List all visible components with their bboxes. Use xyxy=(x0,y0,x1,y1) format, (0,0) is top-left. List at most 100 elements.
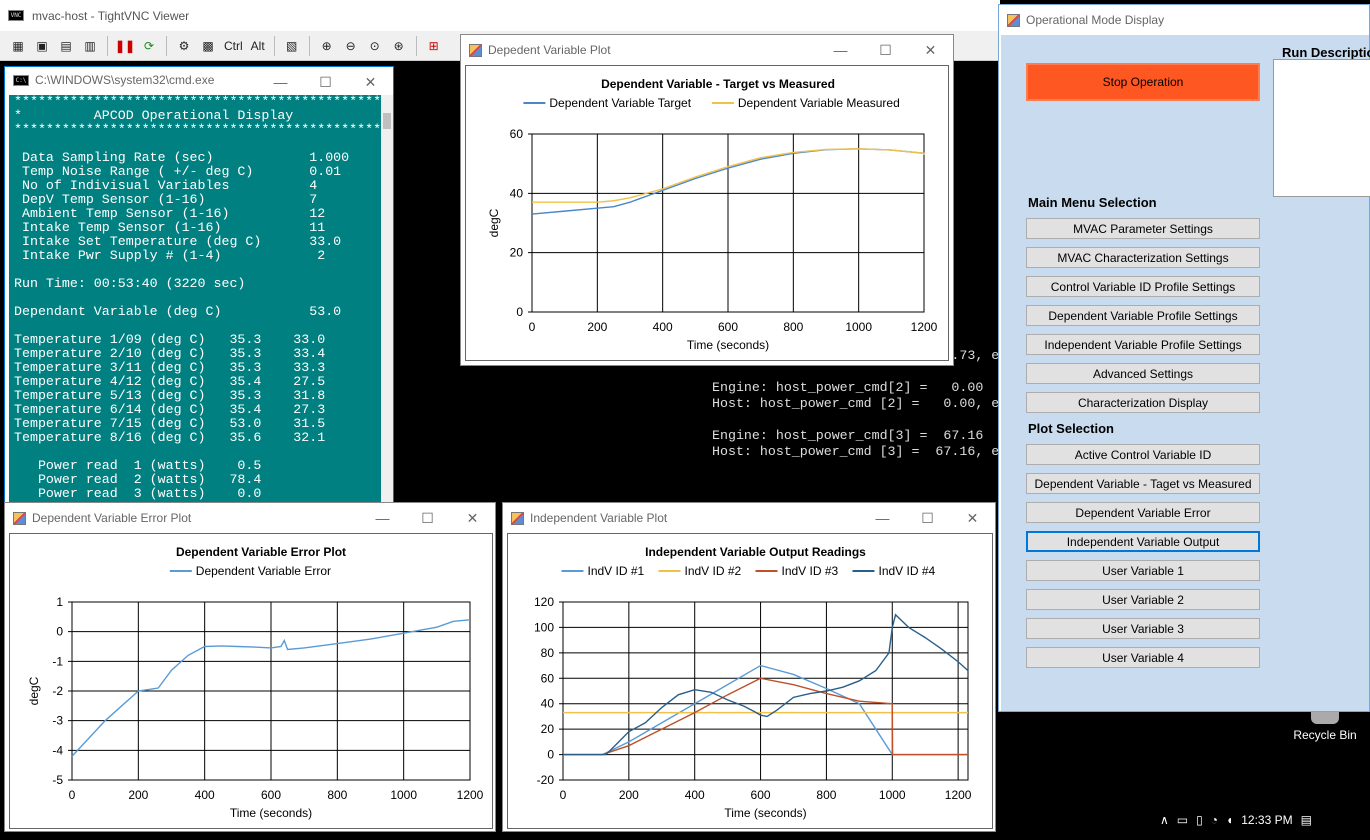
save-icon[interactable]: ▣ xyxy=(32,36,52,56)
app-icon xyxy=(1007,13,1020,27)
plot-area: Dependent Variable Error Plot Dependent V… xyxy=(9,533,493,829)
close-button[interactable]: ✕ xyxy=(450,503,495,533)
y-tick-label: 20 xyxy=(541,722,555,736)
volume-icon[interactable]: ◖ xyxy=(1226,813,1233,827)
plot-menu-button-8[interactable]: User Variable 4 xyxy=(1026,647,1260,668)
ctrl-key-button[interactable]: Ctrl xyxy=(222,36,245,56)
info-icon[interactable]: ▥ xyxy=(80,36,100,56)
maximize-button[interactable]: ☐ xyxy=(405,503,450,533)
zoom-fit-icon[interactable]: ⊛ xyxy=(389,36,409,56)
main-menu-button-6[interactable]: Advanced Settings xyxy=(1026,363,1260,384)
console-line: Ambient Temp Sensor (1-16) 12 xyxy=(14,206,326,221)
zoom-in-icon[interactable]: ⊕ xyxy=(317,36,337,56)
minimize-button[interactable]: — xyxy=(860,503,905,533)
cmd-scrollbar[interactable] xyxy=(381,95,393,505)
x-tick-label: 600 xyxy=(718,320,738,334)
clipboard-icon[interactable]: ▧ xyxy=(282,36,302,56)
pause-icon[interactable]: ❚❚ xyxy=(115,36,135,56)
x-tick-label: 200 xyxy=(128,788,148,802)
x-tick-label: 1200 xyxy=(945,788,972,802)
y-axis-label: degC xyxy=(27,676,41,705)
plot-window-title: Independent Variable Plot xyxy=(530,511,668,525)
close-button[interactable]: ✕ xyxy=(950,503,995,533)
options-icon[interactable]: ▤ xyxy=(56,36,76,56)
clock[interactable]: 12:33 PM xyxy=(1241,813,1292,827)
x-tick-label: 1200 xyxy=(911,320,938,334)
zoom-out-icon[interactable]: ⊖ xyxy=(341,36,361,56)
main-menu-button-3[interactable]: Control Variable ID Profile Settings xyxy=(1026,276,1260,297)
plot-menu-button-3[interactable]: Dependent Variable Error xyxy=(1026,502,1260,523)
close-button[interactable]: ✕ xyxy=(348,67,393,97)
stop-operation-button[interactable]: Stop Operation xyxy=(1026,63,1260,101)
x-tick-label: 200 xyxy=(587,320,607,334)
console-line: Power read 1 (watts) 0.5 xyxy=(14,458,262,473)
scrollbar-thumb[interactable] xyxy=(383,113,391,129)
minimize-button[interactable]: — xyxy=(818,35,863,65)
maximize-button[interactable]: ☐ xyxy=(863,35,908,65)
main-menu-button-1[interactable]: MVAC Parameter Settings xyxy=(1026,218,1260,239)
x-tick-label: 0 xyxy=(69,788,76,802)
maximize-button[interactable]: ☐ xyxy=(905,503,950,533)
legend-label: Dependent Variable Error xyxy=(196,564,331,578)
alt-key-button[interactable]: Alt xyxy=(249,36,267,56)
console-line: Temperature 7/15 (deg C) 53.0 31.5 xyxy=(14,416,326,431)
main-menu-button-5[interactable]: Independent Variable Profile Settings xyxy=(1026,334,1260,355)
plot-menu-button-7[interactable]: User Variable 3 xyxy=(1026,618,1260,639)
y-tick-label: -20 xyxy=(537,773,555,787)
wifi-icon[interactable]: ◔ xyxy=(1211,813,1218,827)
x-tick-label: 1000 xyxy=(879,788,906,802)
cmd-console-output: ****************************************… xyxy=(9,95,382,505)
ctrl-alt-del-icon[interactable]: ⚙ xyxy=(174,36,194,56)
console-line: ****************************************… xyxy=(14,122,382,137)
legend-label: IndV ID #4 xyxy=(879,564,936,578)
plot-menu-button-6[interactable]: User Variable 2 xyxy=(1026,589,1260,610)
console-line: * APCOD Operational Display * xyxy=(14,108,294,123)
x-tick-label: 200 xyxy=(619,788,639,802)
opmode-client: Stop Operation Run Description Main Menu… xyxy=(1001,35,1370,711)
maximize-button[interactable]: ☐ xyxy=(303,67,348,97)
cmd-title: C:\WINDOWS\system32\cmd.exe xyxy=(35,73,215,87)
x-axis-label: Time (seconds) xyxy=(724,806,806,820)
plot-menu-button-5[interactable]: User Variable 1 xyxy=(1026,560,1260,581)
y-tick-label: 1 xyxy=(56,595,63,609)
minimize-button[interactable]: — xyxy=(360,503,405,533)
x-tick-label: 0 xyxy=(560,788,567,802)
refresh-icon[interactable]: ⟳ xyxy=(139,36,159,56)
console-line: Power read 2 (watts) 78.4 xyxy=(14,472,262,487)
recycle-bin[interactable]: Recycle Bin xyxy=(1280,712,1370,752)
plot-menu-button-4[interactable]: Independent Variable Output xyxy=(1026,531,1260,552)
console-line: Data Sampling Rate (sec) 1.000 xyxy=(14,150,350,165)
minimize-button[interactable]: — xyxy=(258,67,303,97)
chevron-up-icon[interactable]: ∧ xyxy=(1160,813,1169,827)
console-line: Intake Pwr Supply # (1-4) 2 xyxy=(14,248,326,263)
toolbar-separator xyxy=(415,35,417,56)
plot-menu-button-1[interactable]: Active Control Variable ID xyxy=(1026,444,1260,465)
close-button[interactable]: ✕ xyxy=(908,35,953,65)
x-tick-label: 400 xyxy=(685,788,705,802)
start-menu-icon[interactable]: ▩ xyxy=(198,36,218,56)
cmd-icon: C:\ xyxy=(13,74,29,86)
app-icon xyxy=(13,511,26,525)
y-tick-label: -4 xyxy=(52,743,63,757)
main-menu-button-2[interactable]: MVAC Characterization Settings xyxy=(1026,247,1260,268)
console-line: Temperature 8/16 (deg C) 35.6 32.1 xyxy=(14,430,326,445)
network-drive-icon[interactable]: ▭ xyxy=(1177,813,1188,827)
notification-icon[interactable]: ▤ xyxy=(1301,813,1312,827)
battery-icon[interactable]: ▯ xyxy=(1196,813,1203,827)
x-tick-label: 600 xyxy=(751,788,771,802)
zoom-100-icon[interactable]: ⊙ xyxy=(365,36,385,56)
main-menu-button-4[interactable]: Dependent Variable Profile Settings xyxy=(1026,305,1260,326)
fullscreen-icon[interactable]: ⊞ xyxy=(424,36,444,56)
operational-mode-window: Operational Mode Display Stop Operation … xyxy=(998,4,1370,712)
main-menu-button-7[interactable]: Characterization Display xyxy=(1026,392,1260,413)
y-tick-label: 120 xyxy=(534,595,554,609)
run-description-input[interactable] xyxy=(1273,59,1370,197)
plot-selection-heading: Plot Selection xyxy=(1028,421,1114,436)
y-tick-label: 0 xyxy=(547,748,554,762)
new-connection-icon[interactable]: ▦ xyxy=(8,36,28,56)
plot-menu-button-2[interactable]: Dependent Variable - Taget vs Measured xyxy=(1026,473,1260,494)
y-tick-label: 0 xyxy=(516,305,523,319)
vnc-app-icon: VNC xyxy=(8,10,24,21)
